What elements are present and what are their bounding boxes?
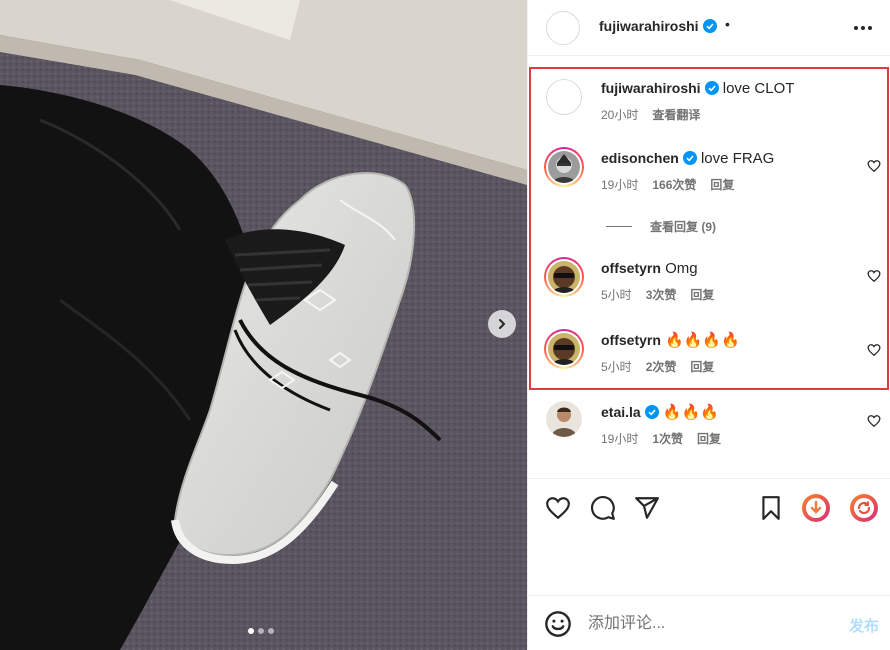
carousel-indicator <box>248 628 274 634</box>
header-bullet: • <box>725 16 730 32</box>
comment-text: Omg <box>665 260 698 277</box>
comment-time[interactable]: 5小时 <box>601 358 632 375</box>
download-extension-icon[interactable] <box>801 493 831 523</box>
replies-divider <box>606 226 632 227</box>
comment-like-icon[interactable] <box>867 414 881 428</box>
caption-author-avatar[interactable] <box>546 79 582 115</box>
comment-likes[interactable]: 2次赞 <box>646 358 677 375</box>
comment-like-icon[interactable] <box>867 343 881 357</box>
view-replies-label: 查看回复 (9) <box>650 220 717 234</box>
comment-icon[interactable] <box>590 495 616 521</box>
add-comment-bar: 发布 <box>528 595 890 650</box>
caption-text: love CLOT <box>722 80 795 97</box>
reply-button[interactable]: 回复 <box>690 358 714 375</box>
commenter-avatar[interactable] <box>544 257 584 297</box>
comment-likes[interactable]: 166次赞 <box>652 176 696 193</box>
chevron-right-icon <box>499 319 506 329</box>
etai-avatar <box>546 401 582 437</box>
comment-username[interactable]: edisonchen <box>601 150 679 166</box>
comment-username[interactable]: offsetyrn <box>601 332 661 348</box>
verified-badge-icon <box>704 81 719 95</box>
comment-time[interactable]: 5小时 <box>601 286 632 303</box>
like-icon[interactable] <box>545 495 571 521</box>
comment-text: 🔥🔥🔥 <box>662 404 719 421</box>
offsetyrn-avatar <box>548 333 580 365</box>
sneaker-photo <box>0 0 527 650</box>
share-icon[interactable] <box>634 495 660 521</box>
comment-likes[interactable]: 3次赞 <box>646 286 677 303</box>
reply-button[interactable]: 回复 <box>697 430 721 447</box>
edisonchen-avatar <box>548 151 580 183</box>
post-sidebar: fujiwarahiroshi • fujiwarahiroshi love C… <box>527 0 890 650</box>
post-comment-button[interactable]: 发布 <box>849 615 879 636</box>
post-actions-bar <box>528 478 890 538</box>
commenter-avatar[interactable] <box>544 329 584 369</box>
carousel-dot <box>268 628 274 634</box>
author-avatar[interactable] <box>546 11 580 45</box>
commenter-avatar[interactable] <box>546 401 582 437</box>
verified-badge-icon <box>682 151 697 165</box>
save-icon[interactable] <box>758 495 784 521</box>
author-username[interactable]: fujiwarahiroshi <box>599 18 717 34</box>
emoji-icon[interactable] <box>544 610 572 638</box>
post-header: fujiwarahiroshi • <box>528 0 890 56</box>
see-translation-link[interactable]: 查看翻译 <box>652 106 700 123</box>
comment-text: love FRAG <box>700 150 775 167</box>
carousel-dot <box>258 628 264 634</box>
next-photo-button[interactable] <box>488 310 516 338</box>
carousel-dot-active <box>248 628 254 634</box>
comment-time[interactable]: 19小时 <box>601 176 638 193</box>
commenter-avatar[interactable] <box>544 147 584 187</box>
reply-button[interactable]: 回复 <box>710 176 734 193</box>
comment-time[interactable]: 19小时 <box>601 430 638 447</box>
comment-like-icon[interactable] <box>867 269 881 283</box>
refresh-extension-icon[interactable] <box>849 493 879 523</box>
comment-like-icon[interactable] <box>867 159 881 173</box>
reply-button[interactable]: 回复 <box>690 286 714 303</box>
caption-text-line: fujiwarahiroshi love CLOT <box>601 77 851 100</box>
comment-text: 🔥🔥🔥🔥 <box>665 332 740 349</box>
verified-badge-icon <box>644 405 659 419</box>
offsetyrn-avatar <box>548 261 580 293</box>
comment-input[interactable] <box>588 613 818 635</box>
view-replies-button[interactable]: 查看回复 (9) <box>606 218 716 235</box>
more-options-icon[interactable] <box>851 18 875 38</box>
comment-username[interactable]: offsetyrn <box>601 260 661 276</box>
comment-username[interactable]: etai.la <box>601 404 641 420</box>
post-photo <box>0 0 527 650</box>
comment-likes[interactable]: 1次赞 <box>652 430 683 447</box>
caption-time[interactable]: 20小时 <box>601 106 638 123</box>
verified-badge-icon <box>702 19 717 33</box>
comments-list[interactable]: fujiwarahiroshi love CLOT 20小时 查看翻译 edis… <box>528 57 890 477</box>
caption-username[interactable]: fujiwarahiroshi <box>601 80 701 96</box>
